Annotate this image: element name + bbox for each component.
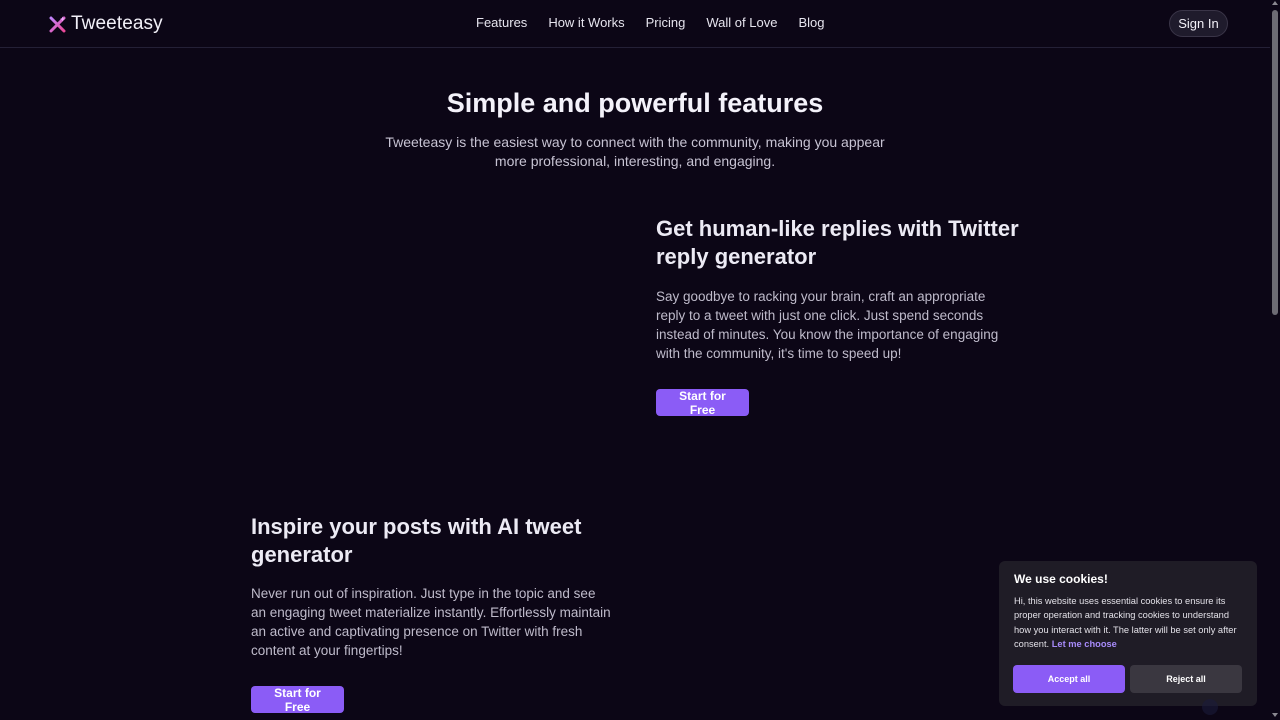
top-navbar: Tweeteasy Features How it Works Pricing … (0, 0, 1270, 48)
cookie-message: Hi, this website uses essential cookies … (1014, 596, 1237, 650)
accept-all-button[interactable]: Accept all (1013, 665, 1125, 693)
sign-in-button[interactable]: Sign In (1169, 10, 1228, 37)
cookie-settings-icon[interactable] (1202, 699, 1218, 715)
reject-all-button[interactable]: Reject all (1130, 665, 1242, 693)
cookie-consent-banner: We use cookies! Hi, this website uses es… (999, 561, 1257, 706)
sparkle-x-logo-icon (49, 16, 66, 32)
nav-features[interactable]: Features (476, 15, 527, 30)
section-title: Simple and powerful features (446, 88, 824, 118)
start-free-button[interactable]: Start for Free (656, 389, 749, 417)
feature-tweet-title: Inspire your posts with AI tweet generat… (251, 514, 582, 567)
brand-logo[interactable]: Tweeteasy (49, 13, 163, 35)
brand-name: Tweeteasy (71, 13, 163, 34)
feature-tweet-description: Never run out of inspiration. Just type … (251, 586, 611, 658)
feature-reply-title: Get human-like replies with Twitter repl… (656, 216, 1019, 269)
page: Tweeteasy Features How it Works Pricing … (0, 0, 1280, 720)
nav-how-it-works[interactable]: How it Works (548, 15, 624, 30)
nav-blog[interactable]: Blog (798, 15, 824, 30)
nav-pricing[interactable]: Pricing (646, 15, 686, 30)
scrollbar-thumb[interactable] (1272, 10, 1278, 315)
main-nav: Features How it Works Pricing Wall of Lo… (476, 15, 824, 30)
scroll-up-icon[interactable] (1272, 1, 1278, 5)
scroll-down-icon[interactable] (1272, 713, 1278, 717)
cookie-title: We use cookies! (1014, 572, 1108, 586)
cookie-text: Hi, this website uses essential cookies … (1014, 594, 1246, 652)
start-free-button[interactable]: Start for Free (251, 686, 344, 714)
nav-wall-of-love[interactable]: Wall of Love (706, 15, 777, 30)
let-me-choose-link[interactable]: Let me choose (1052, 639, 1117, 649)
section-subtitle: Tweeteasy is the easiest way to connect … (385, 134, 885, 169)
vertical-scrollbar[interactable] (1270, 0, 1280, 720)
feature-reply-description: Say goodbye to racking your brain, craft… (656, 289, 999, 361)
